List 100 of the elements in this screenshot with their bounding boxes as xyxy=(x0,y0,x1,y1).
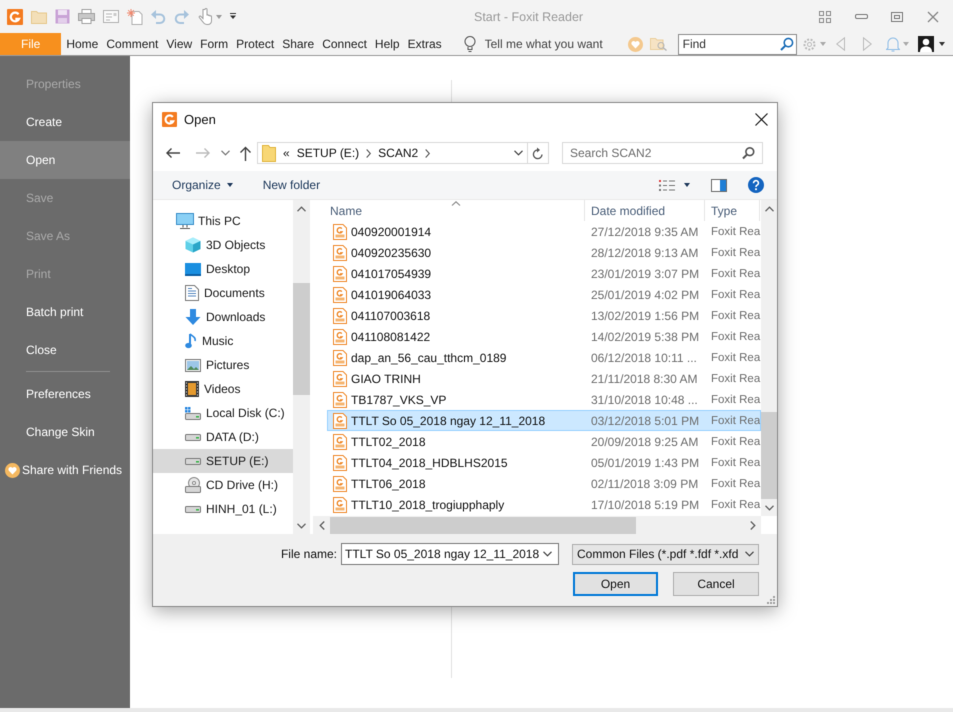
menu-tab[interactable]: Comment xyxy=(102,33,162,55)
search-icon[interactable] xyxy=(742,146,755,160)
nav-item[interactable]: HINH_01 (L:) xyxy=(153,497,293,521)
search-icon[interactable] xyxy=(780,37,794,51)
sidebar-item[interactable]: Open xyxy=(0,141,130,179)
chevron-down-icon[interactable] xyxy=(514,150,523,156)
chevron-down-icon[interactable] xyxy=(764,504,774,510)
sidebar-item[interactable]: Close xyxy=(0,331,130,369)
file-row[interactable]: 040920001914 27/12/2018 9:35 AM Foxit Rea xyxy=(327,221,761,242)
file-row[interactable]: TTLT So 05_2018 ngay 12_11_2018 03/12/2018 5:01 PM Foxit Rea xyxy=(327,410,761,431)
chevron-right-icon[interactable] xyxy=(425,148,430,158)
sidebar-item[interactable]: Create xyxy=(0,103,130,141)
nav-item[interactable]: Pictures xyxy=(153,353,293,377)
sidebar-item[interactable]: Preferences xyxy=(0,375,130,413)
menu-tab[interactable]: Connect xyxy=(318,33,371,55)
nav-item[interactable]: SETUP (E:) xyxy=(153,449,293,473)
breadcrumb-overflow[interactable]: « xyxy=(283,146,290,160)
nav-item[interactable]: Music xyxy=(153,329,293,353)
right-triangle-icon[interactable] xyxy=(862,37,872,51)
file-type-dropdown[interactable]: Common Files (*.pdf *.fdf *.xfd xyxy=(572,544,759,564)
list-view-icon[interactable] xyxy=(659,180,675,190)
nav-item[interactable]: This PC xyxy=(153,209,293,233)
sidebar-item[interactable]: Batch print xyxy=(0,293,130,331)
scrollbar-thumb[interactable] xyxy=(293,283,310,395)
caret-icon[interactable] xyxy=(938,42,945,46)
help-icon[interactable] xyxy=(748,177,764,193)
redo-icon[interactable] xyxy=(174,10,189,24)
file-row[interactable]: 041017054939 23/01/2019 3:07 PM Foxit Rea xyxy=(327,263,761,284)
file-row[interactable]: TTLT10_2018_trogiupphaply 17/10/2018 5:19 PM Foxit Rea xyxy=(327,494,761,515)
scrollbar[interactable] xyxy=(761,200,777,516)
file-row[interactable]: TTLT06_2018 02/11/2018 3:09 PM Foxit Rea xyxy=(327,473,761,494)
chevron-down-icon[interactable] xyxy=(297,522,306,528)
close-icon[interactable] xyxy=(755,112,768,126)
chevron-down-icon[interactable] xyxy=(543,551,552,557)
sidebar-item[interactable]: Change Skin xyxy=(0,413,130,451)
open-button[interactable]: Open xyxy=(573,572,658,596)
file-row[interactable]: TB1787_VKS_VP 31/10/2018 10:48 ... Foxit Rea xyxy=(327,389,761,410)
menu-tab[interactable]: View xyxy=(162,33,196,55)
back-arrow-icon[interactable] xyxy=(165,147,181,159)
chevron-right-icon[interactable] xyxy=(366,148,372,158)
left-triangle-icon[interactable] xyxy=(836,37,845,51)
chevron-left-icon[interactable] xyxy=(318,520,324,530)
organize-button[interactable]: Organize xyxy=(168,174,237,196)
card-icon[interactable] xyxy=(103,10,119,23)
breadcrumb[interactable]: SCAN2 xyxy=(378,146,418,160)
scrollbar-thumb[interactable] xyxy=(330,516,636,534)
search-field[interactable]: Search SCAN2 xyxy=(562,142,763,164)
refresh-button[interactable] xyxy=(528,142,549,164)
menu-caret-icon[interactable] xyxy=(230,13,236,20)
scrollbar[interactable] xyxy=(313,516,761,534)
menu-tab[interactable]: Help xyxy=(370,33,404,55)
file-row[interactable]: 041019064033 25/01/2019 4:02 PM Foxit Rea xyxy=(327,284,761,305)
nav-item[interactable]: Documents xyxy=(153,281,293,305)
file-row[interactable]: TTLT04_2018_HDBLHS2015 05/01/2019 1:43 PM Foxit Rea xyxy=(327,452,761,473)
folder-search-icon[interactable] xyxy=(650,37,667,51)
bell-icon[interactable] xyxy=(886,36,900,52)
menu-tab[interactable]: Share xyxy=(278,33,318,55)
app-logo-icon[interactable] xyxy=(7,8,23,24)
menu-tab[interactable]: Home xyxy=(62,33,102,55)
scrollbar-thumb[interactable] xyxy=(761,412,777,499)
chevron-up-icon[interactable] xyxy=(764,206,774,212)
new-document-icon[interactable] xyxy=(127,8,143,24)
minimize-icon[interactable] xyxy=(854,14,868,19)
forward-arrow-icon[interactable] xyxy=(195,147,211,159)
nav-item[interactable]: DATA (D:) xyxy=(153,425,293,449)
restore-icon[interactable] xyxy=(891,12,903,22)
up-arrow-icon[interactable] xyxy=(239,146,252,160)
sidebar-item[interactable]: Share with Friends xyxy=(0,451,130,489)
menu-tab[interactable]: Protect xyxy=(232,33,278,55)
file-row[interactable]: 041108081422 14/02/2019 5:38 PM Foxit Rea xyxy=(327,326,761,347)
preview-pane-icon[interactable] xyxy=(711,178,727,192)
tell-me-field[interactable]: Tell me what you want xyxy=(484,35,625,53)
avatar-icon[interactable] xyxy=(918,36,934,52)
nav-item[interactable]: CD Drive (H:) xyxy=(153,473,293,497)
gear-icon[interactable] xyxy=(802,36,817,52)
find-field[interactable]: Find xyxy=(678,34,797,54)
nav-item[interactable]: Videos xyxy=(153,377,293,401)
address-bar[interactable]: « SETUP (E:) SCAN2 xyxy=(257,142,528,164)
new-folder-button[interactable]: New folder xyxy=(258,174,324,196)
menu-tab[interactable]: Form xyxy=(196,33,232,55)
fullscreen-icon[interactable] xyxy=(819,10,831,22)
menu-tab[interactable]: Extras xyxy=(404,33,446,55)
file-name-field[interactable]: TTLT So 05_2018 ngay 12_11_2018 xyxy=(341,543,559,565)
chevron-right-icon[interactable] xyxy=(750,520,756,530)
file-row[interactable]: GIAO TRINH 21/11/2018 8:30 AM Foxit Rea xyxy=(327,368,761,389)
nav-item[interactable]: 3D Objects xyxy=(153,233,293,257)
chevron-down-icon[interactable] xyxy=(221,150,230,156)
caret-icon[interactable] xyxy=(684,183,690,187)
nav-item[interactable]: Local Disk (C:) xyxy=(153,401,293,425)
scrollbar[interactable] xyxy=(293,200,310,534)
hand-icon[interactable] xyxy=(197,8,213,26)
file-row[interactable]: TTLT02_2018 20/09/2018 9:25 AM Foxit Rea xyxy=(327,431,761,452)
file-row[interactable]: dap_an_56_cau_tthcm_0189 06/12/2018 10:11 ... Foxit Rea xyxy=(327,347,761,368)
cancel-button[interactable]: Cancel xyxy=(673,572,759,596)
nav-item[interactable]: Downloads xyxy=(153,305,293,329)
printer-icon[interactable] xyxy=(78,9,95,24)
file-row[interactable]: 040920235630 28/12/2018 9:13 AM Foxit Rea xyxy=(327,242,761,263)
breadcrumb[interactable]: SETUP (E:) xyxy=(296,146,360,160)
nav-item[interactable]: Desktop xyxy=(153,257,293,281)
chevron-up-icon[interactable] xyxy=(297,206,306,212)
